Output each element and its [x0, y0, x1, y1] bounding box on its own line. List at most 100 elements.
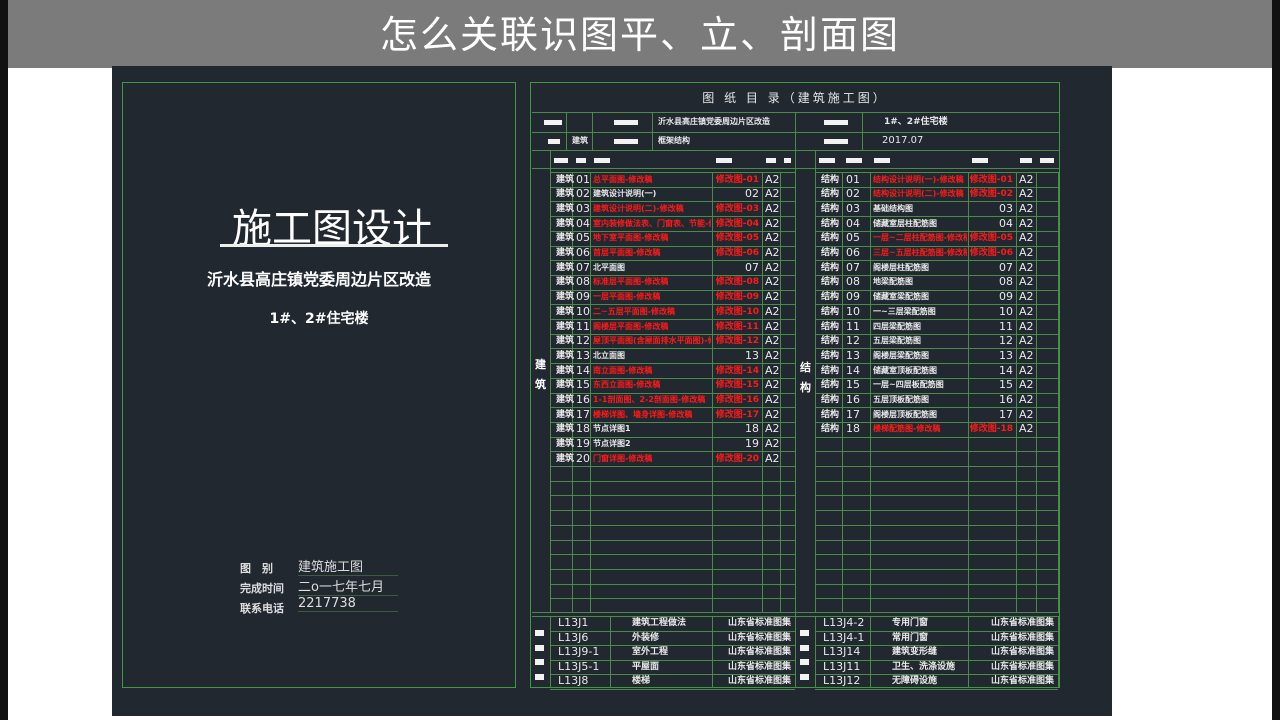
column-header [716, 158, 732, 163]
grid-line [815, 436, 1058, 438]
row-drawing-ref: 19 [745, 437, 759, 451]
row-number: 15 [846, 378, 860, 392]
row-size: A2 [765, 378, 780, 392]
row-size: A2 [1019, 378, 1034, 392]
row-size: A2 [765, 334, 780, 348]
cover-building: 1#、2#住宅楼 [269, 311, 369, 327]
grid-line [815, 689, 1058, 690]
grid-line [870, 616, 871, 688]
row-drawing-ref: 修改图-20 [715, 453, 759, 464]
row-drawing-ref: 16 [999, 393, 1013, 406]
row-number: 14 [576, 363, 590, 377]
row-size: A2 [765, 201, 780, 215]
row-drawing-ref: 02 [745, 187, 759, 201]
row-number: 08 [846, 275, 860, 289]
row-drawing-ref: 18 [745, 422, 759, 436]
info-value: 建筑施工图 [298, 556, 398, 576]
redacted-label [800, 659, 809, 666]
grid-line [550, 510, 795, 512]
row-category: 建筑 [556, 248, 575, 258]
row-number: 14 [846, 363, 860, 377]
row-drawing-name: 一~三层梁配筋图 [873, 306, 936, 316]
grid-line [592, 112, 593, 150]
date-value: 2017.07 [882, 135, 924, 146]
column-header [594, 158, 610, 163]
row-drawing-ref: 修改图-15 [715, 380, 759, 391]
row-drawing-ref: 修改图-10 [715, 306, 759, 317]
row-number: 07 [846, 260, 860, 274]
row-drawing-name: 四层梁配筋图 [873, 321, 921, 331]
row-drawing-ref: 修改图-18 [969, 424, 1013, 435]
row-drawing-ref: 10 [999, 304, 1013, 318]
row-number: 10 [846, 304, 860, 318]
row-drawing-ref: 修改图-05 [969, 233, 1013, 244]
grid-line [815, 466, 1058, 467]
row-number: 11 [846, 319, 860, 333]
row-category: 结构 [821, 248, 840, 258]
screen-edge [0, 0, 8, 720]
row-drawing-name: 基础结构图 [873, 203, 913, 213]
row-size: A2 [1019, 304, 1034, 318]
row-category: 建筑 [556, 203, 575, 214]
row-size: A2 [1019, 363, 1034, 377]
row-number: 17 [576, 407, 590, 421]
grid-line [550, 495, 795, 497]
standard-source: 山东省标准图集 [727, 618, 791, 628]
row-drawing-ref: 09 [999, 290, 1013, 304]
redacted-label [800, 644, 809, 651]
redacted-label [548, 139, 560, 144]
row-number: 06 [846, 246, 860, 259]
grid-line [550, 539, 795, 541]
row-drawing-ref: 修改图-17 [715, 409, 759, 420]
row-drawing-ref: 17 [999, 407, 1013, 421]
row-drawing-name: 节点详图1 [593, 424, 631, 434]
grid-line [815, 510, 1058, 512]
standard-name: 室外工程 [632, 647, 669, 658]
catalog-title: 图 纸 目 录（建筑施工图） [702, 91, 888, 105]
redacted-label [800, 630, 809, 636]
row-number: 19 [576, 437, 590, 451]
grid-line [862, 112, 863, 150]
row-number: 03 [846, 201, 860, 215]
info-value: 二o一七年七月 [298, 576, 398, 596]
row-drawing-ref: 修改图-03 [715, 203, 759, 214]
row-category: 结构 [821, 218, 840, 229]
row-drawing-ref: 修改图-04 [715, 218, 759, 229]
standard-code: L13J4-2 [823, 616, 865, 629]
row-category: 结构 [821, 380, 840, 391]
grid-line [550, 150, 551, 612]
row-size: A2 [1019, 201, 1034, 215]
redacted-label [824, 139, 848, 144]
row-number: 17 [846, 407, 860, 421]
row-drawing-ref: 13 [999, 348, 1013, 362]
row-drawing-ref: 12 [999, 334, 1013, 348]
row-size: A2 [765, 187, 780, 201]
grid-line [652, 112, 653, 150]
row-drawing-ref: 11 [999, 319, 1013, 333]
standard-source: 山东省标准图集 [727, 647, 791, 658]
row-category: 结构 [821, 350, 840, 361]
row-size: A2 [1019, 275, 1034, 289]
row-drawing-name: 地梁配筋图 [873, 277, 913, 287]
row-category: 结构 [821, 365, 840, 376]
info-label: 图 别 [240, 562, 273, 575]
row-drawing-name: 五层顶板配筋图 [873, 395, 929, 404]
row-size: A2 [765, 304, 780, 318]
column-header [766, 158, 776, 163]
standard-name: 常用门窗 [892, 632, 929, 643]
grid-line [550, 598, 795, 600]
row-category: 建筑 [556, 453, 575, 464]
row-size: A2 [765, 319, 780, 333]
standard-code: L13J8 [558, 674, 589, 688]
row-size: A2 [1019, 334, 1034, 348]
grid-line [815, 554, 1058, 556]
row-drawing-ref: 07 [745, 260, 759, 274]
row-drawing-name: 阁楼层梁配筋图 [873, 350, 929, 360]
row-number: 13 [846, 348, 860, 362]
row-category: 建筑 [556, 174, 575, 185]
row-size: A2 [765, 451, 780, 465]
row-drawing-ref: 修改图-16 [715, 395, 759, 405]
project-name: 沂水县高庄镇党委周边片区改造 [658, 117, 770, 126]
row-category: 结构 [821, 395, 840, 405]
row-number: 11 [576, 319, 590, 333]
